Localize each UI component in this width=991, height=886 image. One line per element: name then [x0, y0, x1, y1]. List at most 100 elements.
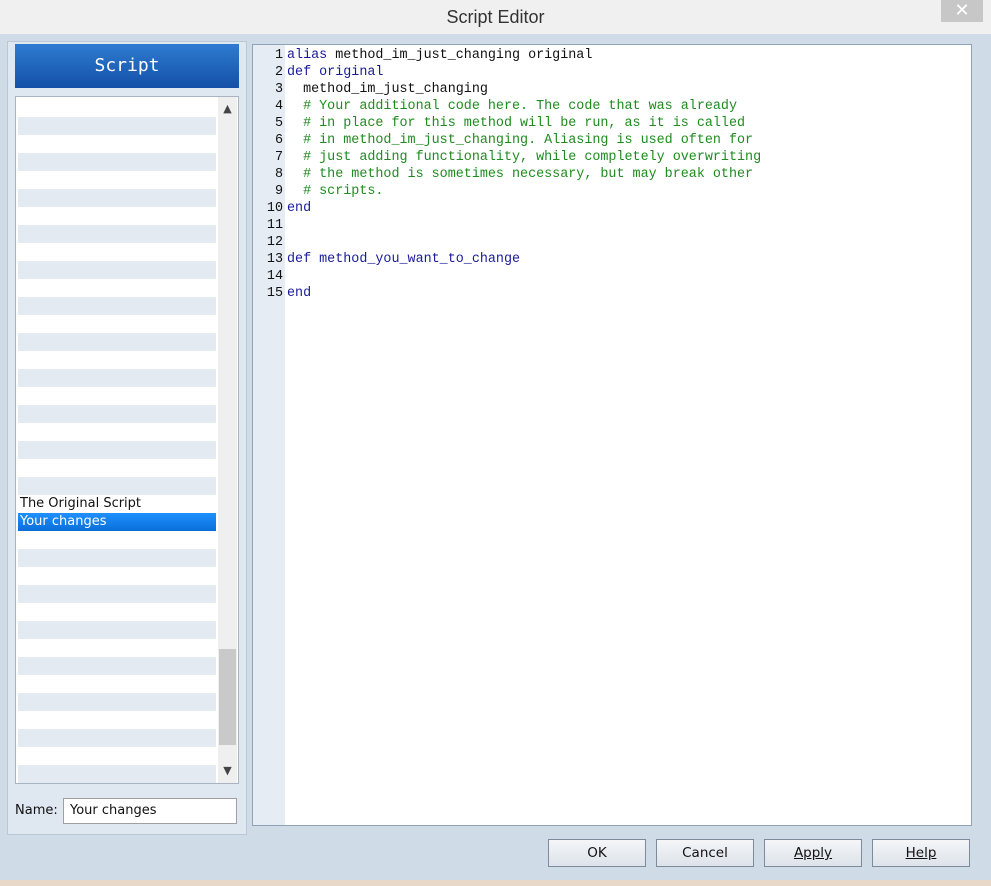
list-item[interactable] — [18, 657, 216, 675]
list-item[interactable] — [18, 189, 216, 207]
list-item[interactable]: Your changes — [18, 513, 216, 531]
list-item[interactable] — [18, 387, 216, 405]
list-item[interactable] — [18, 297, 216, 315]
list-item[interactable] — [18, 351, 216, 369]
list-item[interactable] — [18, 225, 216, 243]
code-token: # Your additional code here. The code th… — [287, 99, 737, 114]
line-number: 6 — [274, 133, 283, 148]
code-text: # the method is sometimes necessary, but… — [287, 166, 753, 183]
list-item[interactable] — [18, 459, 216, 477]
code-text: # scripts. — [287, 183, 383, 200]
list-item[interactable] — [18, 261, 216, 279]
list-item[interactable] — [18, 693, 216, 711]
list-item[interactable] — [18, 117, 216, 135]
list-item[interactable] — [18, 729, 216, 747]
code-token: def original — [287, 65, 384, 80]
line-number: 9 — [274, 184, 283, 199]
list-item[interactable] — [18, 639, 216, 657]
list-item[interactable] — [18, 603, 216, 621]
list-item[interactable] — [18, 135, 216, 153]
code-line: 13 def method_you_want_to_change — [253, 251, 971, 268]
line-number: 13 — [266, 252, 283, 267]
list-item[interactable] — [18, 567, 216, 585]
list-item[interactable] — [18, 675, 216, 693]
help-button[interactable]: Help — [872, 839, 970, 867]
list-item[interactable] — [18, 279, 216, 297]
script-list[interactable]: The Original Script Your changes ▲ ▼ — [15, 96, 239, 784]
scroll-thumb[interactable] — [219, 649, 236, 745]
line-number: 15 — [266, 286, 283, 301]
name-label: Name: — [15, 803, 58, 818]
code-token: # in place for this method will be run, … — [287, 116, 746, 131]
scroll-down-arrow-icon[interactable]: ▼ — [218, 762, 237, 780]
list-item[interactable] — [18, 333, 216, 351]
list-item[interactable] — [18, 585, 216, 603]
line-number: 12 — [266, 235, 283, 250]
code-text: # in place for this method will be run, … — [287, 115, 745, 132]
code-token: method_im_just_changing original — [327, 48, 593, 63]
code-line: 12 — [253, 234, 971, 251]
scroll-up-arrow-icon[interactable]: ▲ — [218, 100, 237, 118]
close-button[interactable]: ✕ — [941, 0, 983, 22]
code-line: 1 alias method_im_just_changing original — [253, 47, 971, 64]
code-line: 2 def original — [253, 64, 971, 81]
code-token: def method_you_want_to_change — [287, 252, 521, 267]
code-text: method_im_just_changing — [287, 81, 488, 98]
bottom-edge — [0, 880, 991, 886]
code-line: 5 # in place for this method will be run… — [253, 115, 971, 132]
code-text: end — [287, 200, 311, 217]
apply-button-label: Apply — [793, 845, 833, 861]
line-number: 7 — [274, 150, 283, 165]
code-line: 9 # scripts. — [253, 183, 971, 200]
list-item[interactable] — [18, 747, 216, 765]
list-item[interactable]: The Original Script — [18, 495, 216, 513]
list-item[interactable] — [18, 315, 216, 333]
list-item[interactable] — [18, 549, 216, 567]
line-number: 3 — [274, 82, 283, 97]
code-line: 7 # just adding functionality, while com… — [253, 149, 971, 166]
list-item[interactable] — [18, 441, 216, 459]
list-item[interactable] — [18, 711, 216, 729]
list-item[interactable] — [18, 531, 216, 549]
cancel-button-label: Cancel — [682, 845, 728, 861]
line-number: 5 — [274, 116, 283, 131]
list-item[interactable] — [18, 765, 216, 783]
list-item[interactable] — [18, 621, 216, 639]
list-item[interactable] — [18, 423, 216, 441]
code-line: 3 method_im_just_changing — [253, 81, 971, 98]
ok-button-label: OK — [587, 845, 607, 861]
code-text: # in method_im_just_changing. Aliasing i… — [287, 132, 753, 149]
list-item[interactable] — [18, 405, 216, 423]
title-bar: Script Editor ✕ — [0, 0, 991, 34]
list-item[interactable] — [18, 243, 216, 261]
code-token: end — [287, 286, 312, 301]
list-item[interactable] — [18, 153, 216, 171]
name-input[interactable]: Your changes — [63, 798, 237, 824]
line-number: 11 — [266, 218, 283, 233]
list-item[interactable] — [18, 171, 216, 189]
code-text: alias method_im_just_changing original — [287, 47, 592, 64]
list-item[interactable] — [18, 477, 216, 495]
list-scrollbar[interactable]: ▲ ▼ — [218, 97, 237, 783]
code-line: 11 — [253, 217, 971, 234]
list-item[interactable] — [18, 207, 216, 225]
script-list-header: Script — [15, 44, 239, 88]
list-item[interactable] — [18, 783, 216, 784]
list-item[interactable] — [18, 369, 216, 387]
code-token: # scripts. — [287, 184, 384, 199]
code-line: 6 # in method_im_just_changing. Aliasing… — [253, 132, 971, 149]
window-title: Script Editor — [446, 7, 545, 27]
code-token: # just adding functionality, while compl… — [287, 150, 762, 165]
code-line: 8 # the method is sometimes necessary, b… — [253, 166, 971, 183]
code-token: alias — [287, 48, 328, 63]
line-number: 10 — [266, 201, 283, 216]
line-number: 1 — [274, 48, 283, 63]
list-item[interactable] — [18, 99, 216, 117]
code-token: end — [287, 201, 312, 216]
line-number: 8 — [274, 167, 283, 182]
cancel-button[interactable]: Cancel — [656, 839, 754, 867]
code-text: # just adding functionality, while compl… — [287, 149, 761, 166]
code-editor[interactable]: 1 alias method_im_just_changing original 2… — [252, 44, 972, 826]
apply-button[interactable]: Apply — [764, 839, 862, 867]
ok-button[interactable]: OK — [548, 839, 646, 867]
